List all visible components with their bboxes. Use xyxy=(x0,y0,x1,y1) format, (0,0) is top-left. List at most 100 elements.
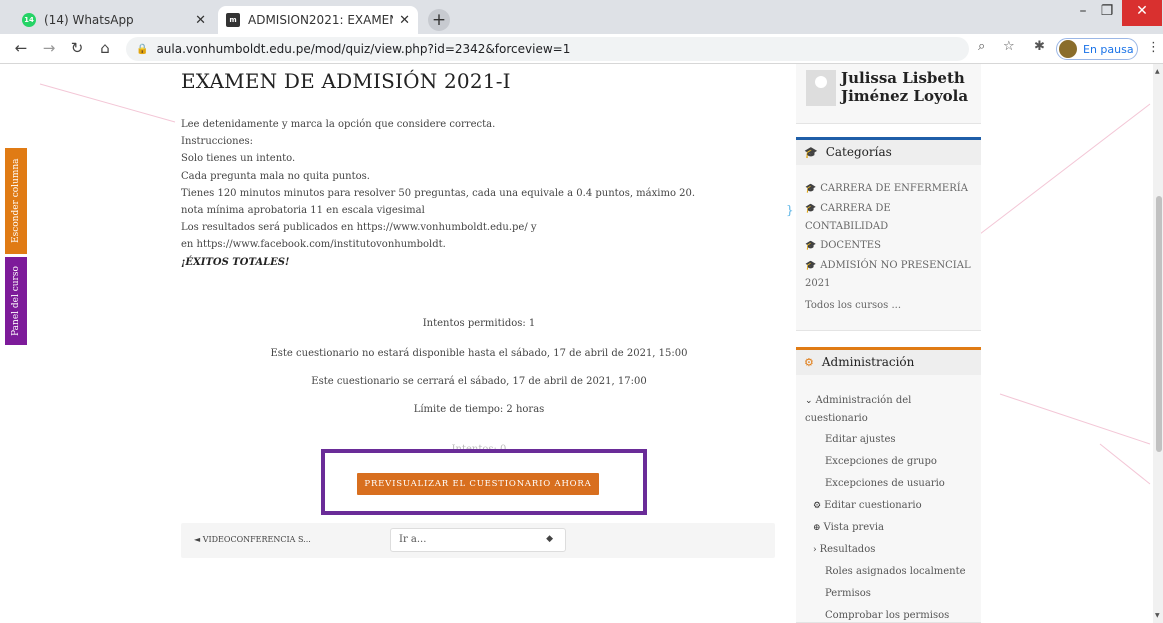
close-tab-icon[interactable]: ✕ xyxy=(399,13,410,28)
maximize-button[interactable]: ❐ xyxy=(1096,0,1118,26)
menu-icon[interactable]: ⋮ xyxy=(1147,40,1160,55)
open-date: Este cuestionario no estará disponible h… xyxy=(270,348,688,359)
scrollbar-thumb[interactable] xyxy=(1156,196,1162,452)
time-limit: Límite de tiempo: 2 horas xyxy=(413,404,545,415)
intro-line: Instrucciones: xyxy=(181,136,254,148)
forward-icon[interactable]: → xyxy=(38,37,60,59)
jump-to-select[interactable]: Ir a... ◆ xyxy=(390,528,566,552)
edit-settings-link[interactable]: Editar ajustes xyxy=(825,432,896,448)
tab-whatsapp[interactable]: 14 (14) WhatsApp ✕ xyxy=(14,6,214,34)
svg-text:}: } xyxy=(786,203,794,217)
category-contabilidad-cont[interactable]: CONTABILIDAD xyxy=(805,218,888,236)
zoom-icon[interactable]: ⌕ xyxy=(978,39,985,54)
intro-line: Solo tienes un intento. xyxy=(181,153,296,165)
profile-button[interactable]: En pausa xyxy=(1056,38,1138,60)
close-window-button[interactable]: ✕ xyxy=(1122,0,1162,26)
activity-navigation: ◄ VIDEOCONFERENCIA S... Ir a... ◆ xyxy=(181,523,775,558)
reload-icon[interactable]: ↻ xyxy=(66,37,88,59)
user-name-line1: Julissa Lisbeth xyxy=(841,69,965,87)
extensions-icon[interactable]: ✱ xyxy=(1034,39,1045,54)
all-courses-link[interactable]: Todos los cursos ... xyxy=(805,297,901,315)
edit-quiz-link[interactable]: ⚙ Editar cuestionario xyxy=(813,498,922,514)
intro-line: Lee detenidamente y marca la opción que … xyxy=(181,119,496,130)
page-title: EXAMEN DE ADMISIÓN 2021-I xyxy=(181,69,511,93)
intro-line: Tienes 120 minutos minutos para resolver… xyxy=(181,187,696,199)
graduation-cap-icon: 🎓 xyxy=(805,261,817,271)
close-tab-icon[interactable]: ✕ xyxy=(195,13,206,28)
graduation-cap-icon: 🎓 xyxy=(805,241,817,251)
new-tab-button[interactable]: + xyxy=(428,9,450,31)
category-label: DOCENTES xyxy=(820,240,881,251)
results-toggle[interactable]: › Resultados xyxy=(813,542,875,558)
whatsapp-icon: 14 xyxy=(22,13,36,27)
intro-line: Los resultados será publicados en https:… xyxy=(181,222,537,234)
preview-quiz-button[interactable]: PREVISUALIZAR EL CUESTIONARIO AHORA xyxy=(357,473,599,495)
category-docentes[interactable]: 🎓 DOCENTES xyxy=(805,237,881,255)
tab-title: (14) WhatsApp xyxy=(44,13,134,27)
profile-label: En pausa xyxy=(1083,42,1134,56)
home-icon[interactable]: ⌂ xyxy=(94,37,116,59)
administration-header: ⚙ Administración xyxy=(796,347,981,375)
quiz-admin-label-cont: cuestionario xyxy=(805,413,868,424)
page-content: } Esconder columna Panel del curso EXAME… xyxy=(0,64,1163,623)
category-label: CARRERA DE ENFERMERÍA xyxy=(820,183,968,194)
course-panel-tab[interactable]: Panel del curso xyxy=(5,257,27,345)
check-permissions-link[interactable]: Comprobar los permisos xyxy=(825,608,949,623)
url-text: aula.vonhumboldt.edu.pe/mod/quiz/view.ph… xyxy=(156,42,571,56)
results-label: Resultados xyxy=(819,544,876,555)
category-enfermeria[interactable]: 🎓 CARRERA DE ENFERMERÍA xyxy=(805,180,968,198)
category-contabilidad[interactable]: 🎓 CARRERA DE xyxy=(805,200,891,218)
close-date: Este cuestionario se cerrará el sábado, … xyxy=(311,376,647,387)
intro-line: nota mínima aprobatoria 11 en escala vig… xyxy=(181,205,425,217)
scroll-up-arrow[interactable]: ▲ xyxy=(1155,68,1160,75)
user-name-line2: Jiménez Loyola xyxy=(841,87,969,105)
gear-icon: ⚙ xyxy=(813,501,822,511)
address-bar[interactable]: 🔒 aula.vonhumboldt.edu.pe/mod/quiz/view.… xyxy=(126,37,969,61)
tab-title: ADMISION2021: EXAMEN DE AD xyxy=(248,13,393,27)
categories-block: 🎓 Categorías 🎓 CARRERA DE ENFERMERÍA 🎓 CARR… xyxy=(796,137,981,331)
hide-column-tab[interactable]: Esconder columna xyxy=(5,148,27,254)
user-name[interactable]: Julissa Lisbeth Jiménez Loyola xyxy=(841,69,968,105)
select-arrows-icon: ◆ xyxy=(546,534,553,544)
categories-header: 🎓 Categorías xyxy=(796,137,981,165)
moodle-icon: m xyxy=(226,13,240,27)
tab-admision[interactable]: m ADMISION2021: EXAMEN DE AD ✕ xyxy=(218,6,418,34)
scroll-down-arrow[interactable]: ▼ xyxy=(1155,612,1160,619)
back-icon[interactable]: ← xyxy=(10,37,32,59)
hide-column-label: Esconder columna xyxy=(11,158,21,244)
category-label: CARRERA DE xyxy=(820,203,891,214)
permissions-link[interactable]: Permisos xyxy=(825,586,871,602)
user-avatar[interactable] xyxy=(806,70,836,106)
category-admision[interactable]: 🎓 ADMISIÓN NO PRESENCIAL xyxy=(805,257,971,275)
minimize-button[interactable]: – xyxy=(1072,0,1094,26)
administration-heading: Administración xyxy=(821,355,915,369)
browser-toolbar: ← → ↻ ⌂ 🔒 aula.vonhumboldt.edu.pe/mod/qu… xyxy=(0,34,1163,64)
administration-block: ⚙ Administración ⌄ Administración del cues… xyxy=(796,347,981,623)
categories-heading: Categorías xyxy=(825,145,892,159)
graduation-cap-icon: 🎓 xyxy=(804,146,818,159)
browser-tabstrip: 14 (14) WhatsApp ✕ m ADMISION2021: EXAME… xyxy=(0,0,1163,34)
group-overrides-link[interactable]: Excepciones de grupo xyxy=(825,454,937,470)
user-overrides-link[interactable]: Excepciones de usuario xyxy=(825,476,945,492)
course-panel-label: Panel del curso xyxy=(11,266,21,336)
edit-quiz-label: Editar cuestionario xyxy=(824,500,922,511)
graduation-cap-icon: 🎓 xyxy=(805,204,817,214)
category-label: ADMISIÓN NO PRESENCIAL xyxy=(820,260,971,271)
avatar xyxy=(1059,40,1077,58)
graduation-cap-icon: 🎓 xyxy=(805,184,817,194)
quiz-intro: Lee detenidamente y marca la opción que … xyxy=(181,116,741,271)
closing-message: ¡ÉXITOS TOTALES! xyxy=(181,256,290,268)
local-roles-link[interactable]: Roles asignados localmente xyxy=(825,564,966,580)
preview-link[interactable]: ⊕ Vista previa xyxy=(813,520,884,536)
gears-icon: ⚙ xyxy=(804,356,814,369)
chevron-right-icon: › xyxy=(813,545,817,555)
jump-select-value: Ir a... xyxy=(399,534,427,545)
intro-line: en https://www.facebook.com/institutovon… xyxy=(181,239,446,251)
bookmark-star-icon[interactable]: ☆ xyxy=(1003,39,1015,54)
quiz-admin-toggle[interactable]: ⌄ Administración del xyxy=(805,393,911,409)
attempts-allowed: Intentos permitidos: 1 xyxy=(422,318,536,329)
lock-icon: 🔒 xyxy=(136,43,149,55)
category-admision-cont[interactable]: 2021 xyxy=(805,275,830,293)
previous-activity-link[interactable]: ◄ VIDEOCONFERENCIA S... xyxy=(194,535,311,544)
quiz-admin-label: Administración del xyxy=(815,395,912,406)
